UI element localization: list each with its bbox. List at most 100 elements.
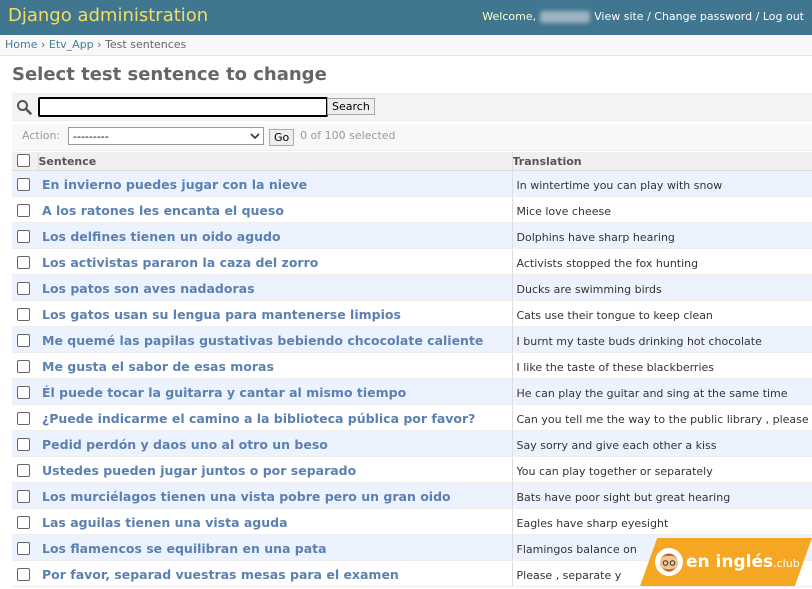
sentence-link[interactable]: Me gusta el sabor de esas moras bbox=[38, 359, 274, 374]
sentence-link[interactable]: Las aguilas tienen una vista aguda bbox=[38, 515, 288, 530]
sentence-cell: En invierno puedes jugar con la nieve bbox=[38, 170, 512, 197]
search-icon bbox=[17, 100, 32, 115]
table-row: Los delfines tienen un oido agudo Dolphin… bbox=[12, 222, 812, 249]
sentence-link[interactable]: Los murciélagos tienen una vista pobre p… bbox=[38, 489, 451, 504]
translation-text: Mice love cheese bbox=[516, 205, 611, 218]
column-header-translation[interactable]: Translation bbox=[511, 152, 812, 171]
select-all-checkbox[interactable] bbox=[17, 154, 30, 167]
translation-cell: Bats have poor sight but great hearing bbox=[511, 482, 812, 509]
row-checkbox[interactable] bbox=[17, 178, 30, 191]
actions-bar: Action: --------- Go 0 of 100 selected bbox=[12, 124, 812, 151]
sentence-cell: Me quemé las papilas gustativas bebiendo… bbox=[38, 326, 512, 353]
sentence-link[interactable]: Los delfines tienen un oido agudo bbox=[38, 229, 281, 244]
site-branding: Django administration bbox=[8, 5, 209, 26]
row-checkbox[interactable] bbox=[17, 438, 30, 451]
row-select-cell bbox=[12, 326, 38, 353]
row-select-cell bbox=[12, 456, 38, 483]
translation-text: I like the taste of these blackberries bbox=[516, 361, 715, 374]
table-row: Ustedes pueden jugar juntos o por separa… bbox=[12, 456, 812, 483]
sentence-link[interactable]: Los flamencos se equilibran en una pata bbox=[38, 541, 327, 556]
translation-cell: Eagles have sharp eyesight bbox=[511, 508, 812, 535]
row-checkbox[interactable] bbox=[17, 412, 30, 425]
table-row: A los ratones les encanta el queso Mice l… bbox=[12, 196, 812, 223]
action-select[interactable]: --------- bbox=[68, 127, 264, 145]
sentence-link[interactable]: Los patos son aves nadadoras bbox=[38, 281, 255, 296]
row-select-cell bbox=[12, 196, 38, 223]
translation-cell: In wintertime you can play with snow bbox=[511, 170, 812, 197]
view-site-link[interactable]: View site bbox=[594, 10, 643, 23]
sentence-cell: Me gusta el sabor de esas moras bbox=[38, 352, 512, 379]
row-select-cell bbox=[12, 430, 38, 457]
translation-text: He can play the guitar and sing at the s… bbox=[516, 387, 788, 400]
row-select-cell bbox=[12, 300, 38, 327]
table-row: Los murciélagos tienen una vista pobre p… bbox=[12, 482, 812, 509]
translation-cell: Ducks are swimming birds bbox=[511, 274, 812, 301]
row-checkbox[interactable] bbox=[17, 568, 30, 581]
log-out-link[interactable]: Log out bbox=[763, 10, 804, 23]
chevron-down-icon bbox=[250, 133, 260, 140]
column-header-sentence[interactable]: Sentence bbox=[37, 152, 512, 171]
sentence-link[interactable]: Por favor, separad vuestras mesas para e… bbox=[38, 567, 399, 582]
sentence-link[interactable]: A los ratones les encanta el queso bbox=[38, 203, 284, 218]
breadcrumb-home[interactable]: Home bbox=[5, 38, 37, 51]
header-bar: Django administration Welcome, View site … bbox=[0, 0, 812, 35]
sentence-link[interactable]: Él puede tocar la guitarra y cantar al m… bbox=[38, 385, 406, 400]
translation-text: Bats have poor sight but great hearing bbox=[516, 491, 731, 504]
sentence-link[interactable]: ¿Puede indicarme el camino a la bibliote… bbox=[38, 411, 475, 426]
sentence-cell: Los activistas pararon la caza del zorro bbox=[38, 248, 512, 275]
row-checkbox[interactable] bbox=[17, 308, 30, 321]
sentence-link[interactable]: Pedid perdón y daos uno al otro un beso bbox=[38, 437, 328, 452]
sentence-link[interactable]: Los activistas pararon la caza del zorro bbox=[38, 255, 318, 270]
sentence-link[interactable]: Ustedes pueden jugar juntos o por separa… bbox=[38, 463, 356, 478]
row-checkbox[interactable] bbox=[17, 204, 30, 217]
row-checkbox[interactable] bbox=[17, 360, 30, 373]
translation-text: Can you tell me the way to the public li… bbox=[516, 413, 809, 426]
row-checkbox[interactable] bbox=[17, 464, 30, 477]
row-checkbox[interactable] bbox=[17, 230, 30, 243]
user-tools: Welcome, View site / Change password / Lo… bbox=[482, 10, 804, 23]
row-select-cell bbox=[12, 560, 38, 587]
breadcrumb: Home › Etv_App › Test sentences bbox=[0, 35, 812, 56]
table-row: Las aguilas tienen una vista aguda Eagles… bbox=[12, 508, 812, 535]
row-checkbox[interactable] bbox=[17, 334, 30, 347]
sentence-link[interactable]: En invierno puedes jugar con la nieve bbox=[38, 177, 307, 192]
row-checkbox[interactable] bbox=[17, 282, 30, 295]
table-row: Pedid perdón y daos uno al otro un beso S… bbox=[12, 430, 812, 457]
translation-cell: Say sorry and give each other a kiss bbox=[511, 430, 812, 457]
result-table: Sentence Translation En invierno puedes … bbox=[12, 152, 812, 587]
sentence-cell: Los patos son aves nadadoras bbox=[38, 274, 512, 301]
row-select-cell bbox=[12, 378, 38, 405]
watermark-text: en inglés.club bbox=[686, 552, 800, 572]
translation-cell: He can play the guitar and sing at the s… bbox=[511, 378, 812, 405]
translation-cell: Cats use their tongue to keep clean bbox=[511, 300, 812, 327]
row-checkbox[interactable] bbox=[17, 386, 30, 399]
breadcrumb-separator: › bbox=[37, 38, 49, 51]
row-select-cell bbox=[12, 508, 38, 535]
sentence-cell: ¿Puede indicarme el camino a la bibliote… bbox=[38, 404, 512, 431]
row-checkbox[interactable] bbox=[17, 542, 30, 555]
avatar-icon bbox=[655, 548, 683, 576]
sentence-cell: Por favor, separad vuestras mesas para e… bbox=[38, 560, 512, 587]
sentence-cell: Los gatos usan su lengua para mantenerse… bbox=[38, 300, 512, 327]
sentence-cell: Los murciélagos tienen una vista pobre p… bbox=[38, 482, 512, 509]
row-checkbox[interactable] bbox=[17, 516, 30, 529]
translation-text: You can play together or separately bbox=[516, 465, 713, 478]
table-row: ¿Puede indicarme el camino a la bibliote… bbox=[12, 404, 812, 431]
go-button[interactable]: Go bbox=[269, 129, 295, 146]
breadcrumb-current: Test sentences bbox=[105, 38, 187, 51]
row-select-cell bbox=[12, 352, 38, 379]
search-button[interactable]: Search bbox=[327, 98, 375, 115]
search-input[interactable] bbox=[38, 97, 328, 117]
breadcrumb-app[interactable]: Etv_App bbox=[49, 38, 94, 51]
sentence-link[interactable]: Los gatos usan su lengua para mantenerse… bbox=[38, 307, 401, 322]
change-password-link[interactable]: Change password bbox=[654, 10, 752, 23]
row-checkbox[interactable] bbox=[17, 256, 30, 269]
table-row: Los gatos usan su lengua para mantenerse… bbox=[12, 300, 812, 327]
row-select-cell bbox=[12, 170, 38, 197]
row-checkbox[interactable] bbox=[17, 490, 30, 503]
translation-text: Flamingos balance on bbox=[516, 543, 637, 556]
row-select-cell bbox=[12, 274, 38, 301]
translation-cell: Can you tell me the way to the public li… bbox=[511, 404, 812, 431]
row-select-cell bbox=[12, 248, 38, 275]
sentence-link[interactable]: Me quemé las papilas gustativas bebiendo… bbox=[38, 333, 483, 348]
